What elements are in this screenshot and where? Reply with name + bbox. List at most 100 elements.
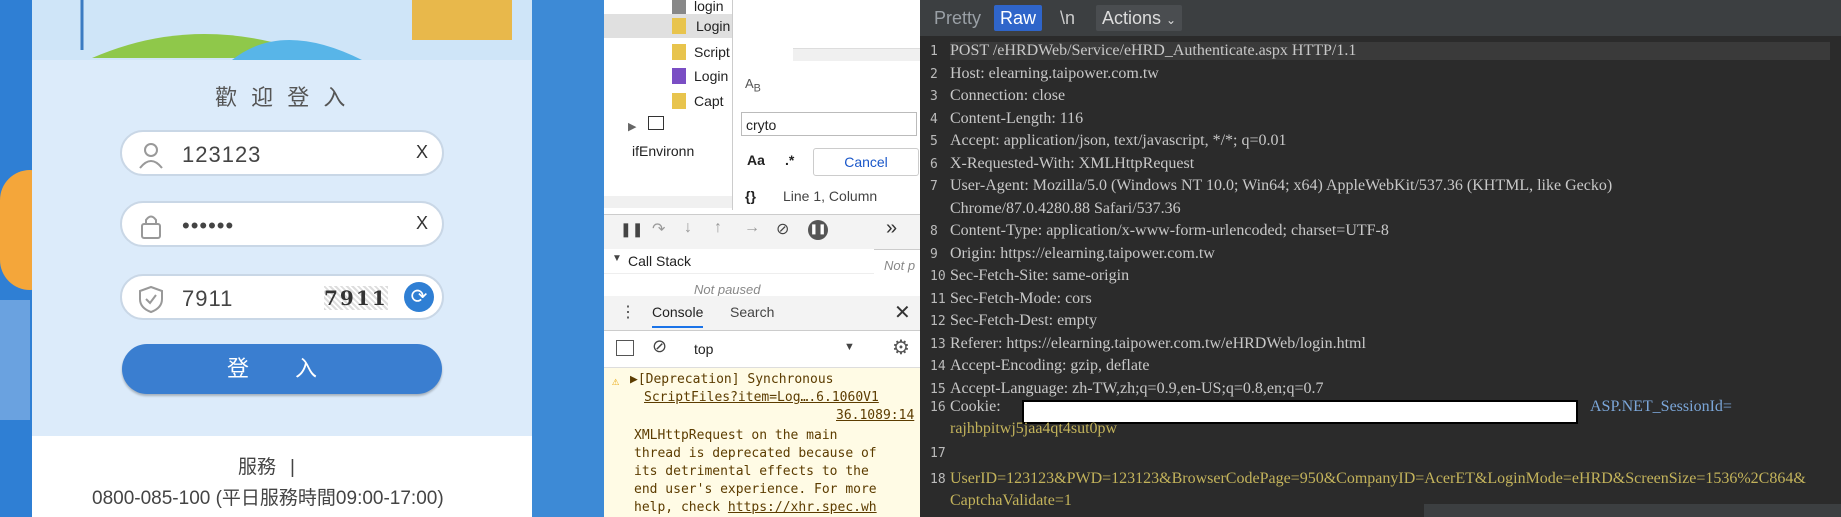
pause-on-exceptions-icon[interactable]: ❚❚ xyxy=(808,220,828,240)
step-over-icon[interactable]: ↷ xyxy=(652,219,665,239)
request-header-line: Content-Type: application/x-www-form-url… xyxy=(950,222,1389,239)
pretty-print-button[interactable]: {} xyxy=(745,188,756,204)
not-paused-label: Not paused xyxy=(694,282,761,297)
lock-icon xyxy=(141,215,161,239)
match-case-icon[interactable]: AB xyxy=(745,76,761,95)
match-case-button[interactable]: Aa xyxy=(747,152,765,168)
request-header-line: Accept-Encoding: gzip, deflate xyxy=(950,357,1150,374)
file-tree: login Login Script Login Capt ▶ ifEnviro… xyxy=(604,0,732,210)
step-into-icon[interactable]: ↓ xyxy=(684,219,692,237)
warning-body-line: end user's experience. For more xyxy=(634,482,877,497)
file-item[interactable]: Capt xyxy=(672,89,724,113)
line-number: 15 xyxy=(930,381,946,397)
window-icon xyxy=(648,116,665,130)
line-number: 11 xyxy=(930,291,946,307)
file-item[interactable]: Login xyxy=(672,64,728,88)
clear-password-button[interactable]: X xyxy=(416,213,428,234)
line-number: 16 xyxy=(930,400,946,415)
xhr-spec-link[interactable]: https://xhr.spec.wh xyxy=(728,500,877,515)
search-panel: AB cryto Aa .* Cancel {} Line 1, Column xyxy=(732,0,921,210)
request-header-line: Origin: https://elearning.taipower.com.t… xyxy=(950,244,1215,262)
clear-console-icon[interactable]: ⊘ xyxy=(652,336,667,357)
close-drawer-icon[interactable]: ✕ xyxy=(894,300,911,325)
decorative-sticker xyxy=(0,300,30,420)
request-header-line: Host: elearning.taipower.com.tw xyxy=(950,64,1159,82)
cancel-button[interactable]: Cancel xyxy=(813,148,919,176)
line-number: 1 xyxy=(930,44,938,59)
clear-username-button[interactable]: X xyxy=(416,142,428,163)
newline-toggle[interactable]: \n xyxy=(1054,5,1081,31)
line-number: 6 xyxy=(930,156,938,172)
call-stack-header[interactable]: ▼ Call Stack xyxy=(604,249,874,274)
line-number: 18 xyxy=(930,472,946,487)
line-number: 2 xyxy=(930,66,938,82)
line-number: 14 xyxy=(930,359,946,374)
file-item-selected[interactable]: Login xyxy=(604,14,732,38)
settings-icon[interactable]: ⚙ xyxy=(892,335,910,360)
line-number: 10 xyxy=(930,269,946,284)
file-item[interactable]: Script xyxy=(672,40,730,64)
refresh-captcha-button[interactable]: ⟳ xyxy=(404,282,434,312)
warning-body-line: help, check https://xhr.spec.wh xyxy=(634,500,877,515)
cookie-session-key: ASP.NET_SessionId= xyxy=(1590,398,1732,415)
request-header-line: Sec-Fetch-Dest: empty xyxy=(950,312,1098,329)
shield-icon xyxy=(139,285,163,314)
warning-title[interactable]: ▶[Deprecation] Synchronous xyxy=(630,372,834,387)
deactivate-breakpoints-icon[interactable]: ⊘ xyxy=(776,219,789,239)
console-warning-message: ⚠ ▶[Deprecation] Synchronous ScriptFiles… xyxy=(604,368,920,517)
context-select[interactable]: top xyxy=(694,341,713,357)
step-out-icon[interactable]: ↑ xyxy=(714,219,722,237)
line-number: 17 xyxy=(930,446,946,461)
line-number: 5 xyxy=(930,134,938,149)
service-label: 服務 | xyxy=(238,457,295,478)
drawer-menu-icon[interactable]: ⋮ xyxy=(620,302,636,322)
cookie-session-value: rajhbpitwj5jaa4qt4sut0pw xyxy=(950,420,1118,437)
request-header-line: Content-Length: 116 xyxy=(950,109,1084,127)
tab-pretty[interactable]: Pretty xyxy=(928,5,987,31)
actions-menu[interactable]: Actions ⌄ xyxy=(1096,5,1183,31)
cursor-position: Line 1, Column xyxy=(783,188,878,204)
request-header-line: Accept: application/json, text/javascrip… xyxy=(950,132,1287,149)
console-drawer-tabs: ⋮ Console Search ✕ xyxy=(604,296,920,331)
sidebar-toggle-icon[interactable] xyxy=(616,340,634,356)
tab-console[interactable]: Console xyxy=(652,304,704,328)
regex-button[interactable]: .* xyxy=(785,152,794,168)
debugger-toolbar: ❚❚ ↷ ↓ ↑ → ⊘ ❚❚ » xyxy=(604,214,920,250)
search-input[interactable]: cryto xyxy=(741,112,917,136)
login-button[interactable]: 登 入 xyxy=(122,344,442,394)
file-icon xyxy=(672,44,686,60)
captcha-field[interactable]: 7911 7911 ⟳ xyxy=(120,274,444,320)
request-body: UserID=123123&PWD=123123&BrowserCodePage… xyxy=(950,470,1806,487)
request-header-line: X-Requested-With: XMLHttpRequest xyxy=(950,154,1195,172)
password-field[interactable]: •••••• X xyxy=(120,201,444,247)
request-body-cont: CaptchaValidate=1 xyxy=(950,492,1072,509)
tab-search[interactable]: Search xyxy=(730,304,774,320)
captcha-image: 7911 xyxy=(324,286,388,310)
tab-raw[interactable]: Raw xyxy=(994,5,1043,31)
env-node[interactable]: ▶ ifEnvironn xyxy=(628,113,732,159)
request-header-line: User-Agent: Mozilla/5.0 (Windows NT 10.0… xyxy=(950,177,1613,194)
cookie-label: Cookie: xyxy=(950,398,1001,415)
warning-body-line: thread is deprecated because of xyxy=(634,446,877,461)
request-header-line: Sec-Fetch-Mode: cors xyxy=(950,289,1092,307)
warning-body-line: its detrimental effects to the xyxy=(634,464,869,479)
line-number: 4 xyxy=(930,111,938,127)
step-icon[interactable]: → xyxy=(744,219,760,237)
username-input[interactable]: 123123 xyxy=(182,142,261,168)
username-field[interactable]: 123123 X xyxy=(120,130,444,176)
context-dropdown-icon[interactable]: ▼ xyxy=(844,341,855,353)
warning-source-link[interactable]: ScriptFiles?item=Log….6.1060V1 xyxy=(644,390,879,405)
chevron-down-icon: ⌄ xyxy=(1166,13,1177,27)
service-phone: 0800-085-100 (平日服務時間09:00-17:00) xyxy=(92,488,444,509)
captcha-input[interactable]: 7911 xyxy=(182,286,233,312)
warning-source-location[interactable]: 36.1089:14 xyxy=(836,408,914,423)
pause-icon[interactable]: ❚❚ xyxy=(620,221,643,238)
request-header-line: Referer: https://elearning.taipower.com.… xyxy=(950,334,1366,352)
password-input[interactable]: •••••• xyxy=(182,213,234,239)
banner-image xyxy=(32,0,532,60)
refresh-icon: ⟳ xyxy=(410,286,428,308)
file-icon xyxy=(672,0,686,14)
horizontal-scrollbar[interactable] xyxy=(793,48,921,61)
horizontal-scrollbar[interactable] xyxy=(604,196,732,208)
more-icon[interactable]: » xyxy=(886,217,897,240)
